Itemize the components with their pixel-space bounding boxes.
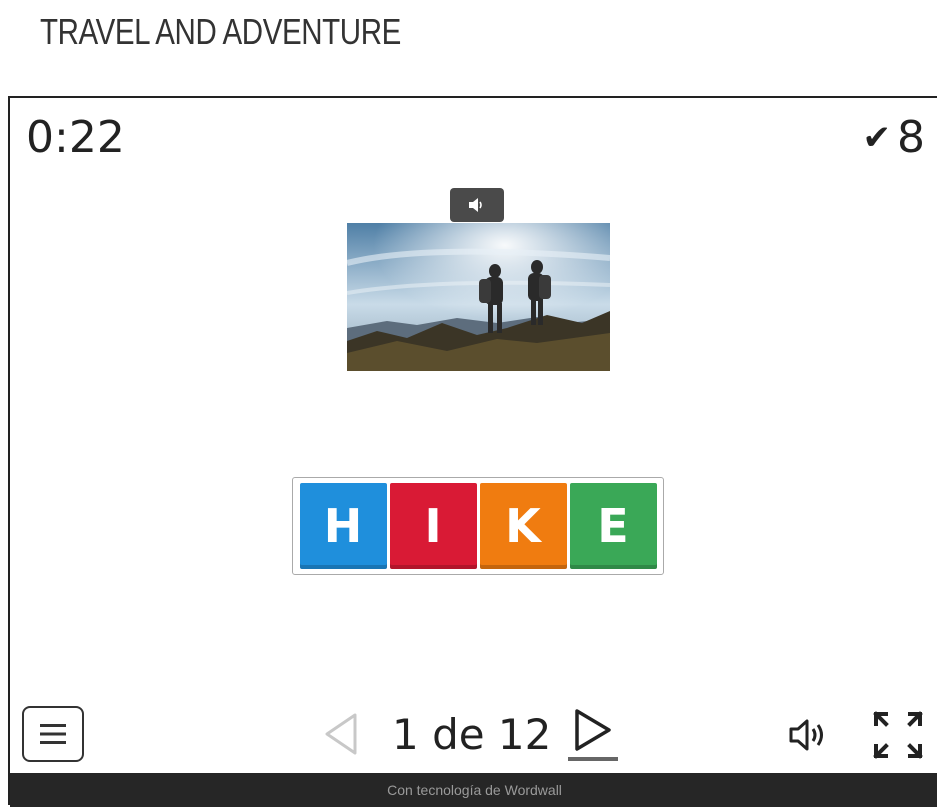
previous-icon <box>325 713 357 755</box>
menu-icon <box>40 724 66 744</box>
powered-by-footer[interactable]: Con tecnología de Wordwall <box>10 773 937 807</box>
next-underline <box>568 757 619 761</box>
next-icon <box>575 709 612 751</box>
menu-button[interactable] <box>22 706 84 762</box>
next-button[interactable] <box>568 704 619 764</box>
answer-word: H I K E <box>292 477 664 575</box>
pagination-nav: 1 de 12 <box>320 698 619 770</box>
previous-button[interactable] <box>320 708 362 760</box>
page-title: TRAVEL AND ADVENTURE <box>40 11 401 52</box>
sound-button[interactable] <box>783 710 835 760</box>
checkmark-icon: ✔ <box>862 117 892 158</box>
page-indicator: 1 de 12 <box>392 709 552 759</box>
speaker-icon <box>469 198 482 212</box>
letter-tile[interactable]: E <box>569 483 657 569</box>
play-audio-button[interactable] <box>450 188 504 222</box>
letter-tile[interactable]: K <box>479 483 567 569</box>
hikers-photo <box>347 223 610 371</box>
sound-icon <box>789 719 823 751</box>
control-bar: 1 de 12 <box>10 698 937 773</box>
score-counter: ✔ 8 <box>863 112 926 163</box>
fullscreen-button[interactable] <box>868 706 928 764</box>
letter-tile[interactable]: I <box>389 483 477 569</box>
fullscreen-icon <box>873 711 923 759</box>
letter-tile[interactable]: H <box>299 483 387 569</box>
timer: 0:22 <box>26 112 125 163</box>
score-value: 8 <box>897 112 925 163</box>
activity-frame: 0:22 ✔ 8 H I K E 1 de 12 Con tecnología … <box>8 96 937 807</box>
